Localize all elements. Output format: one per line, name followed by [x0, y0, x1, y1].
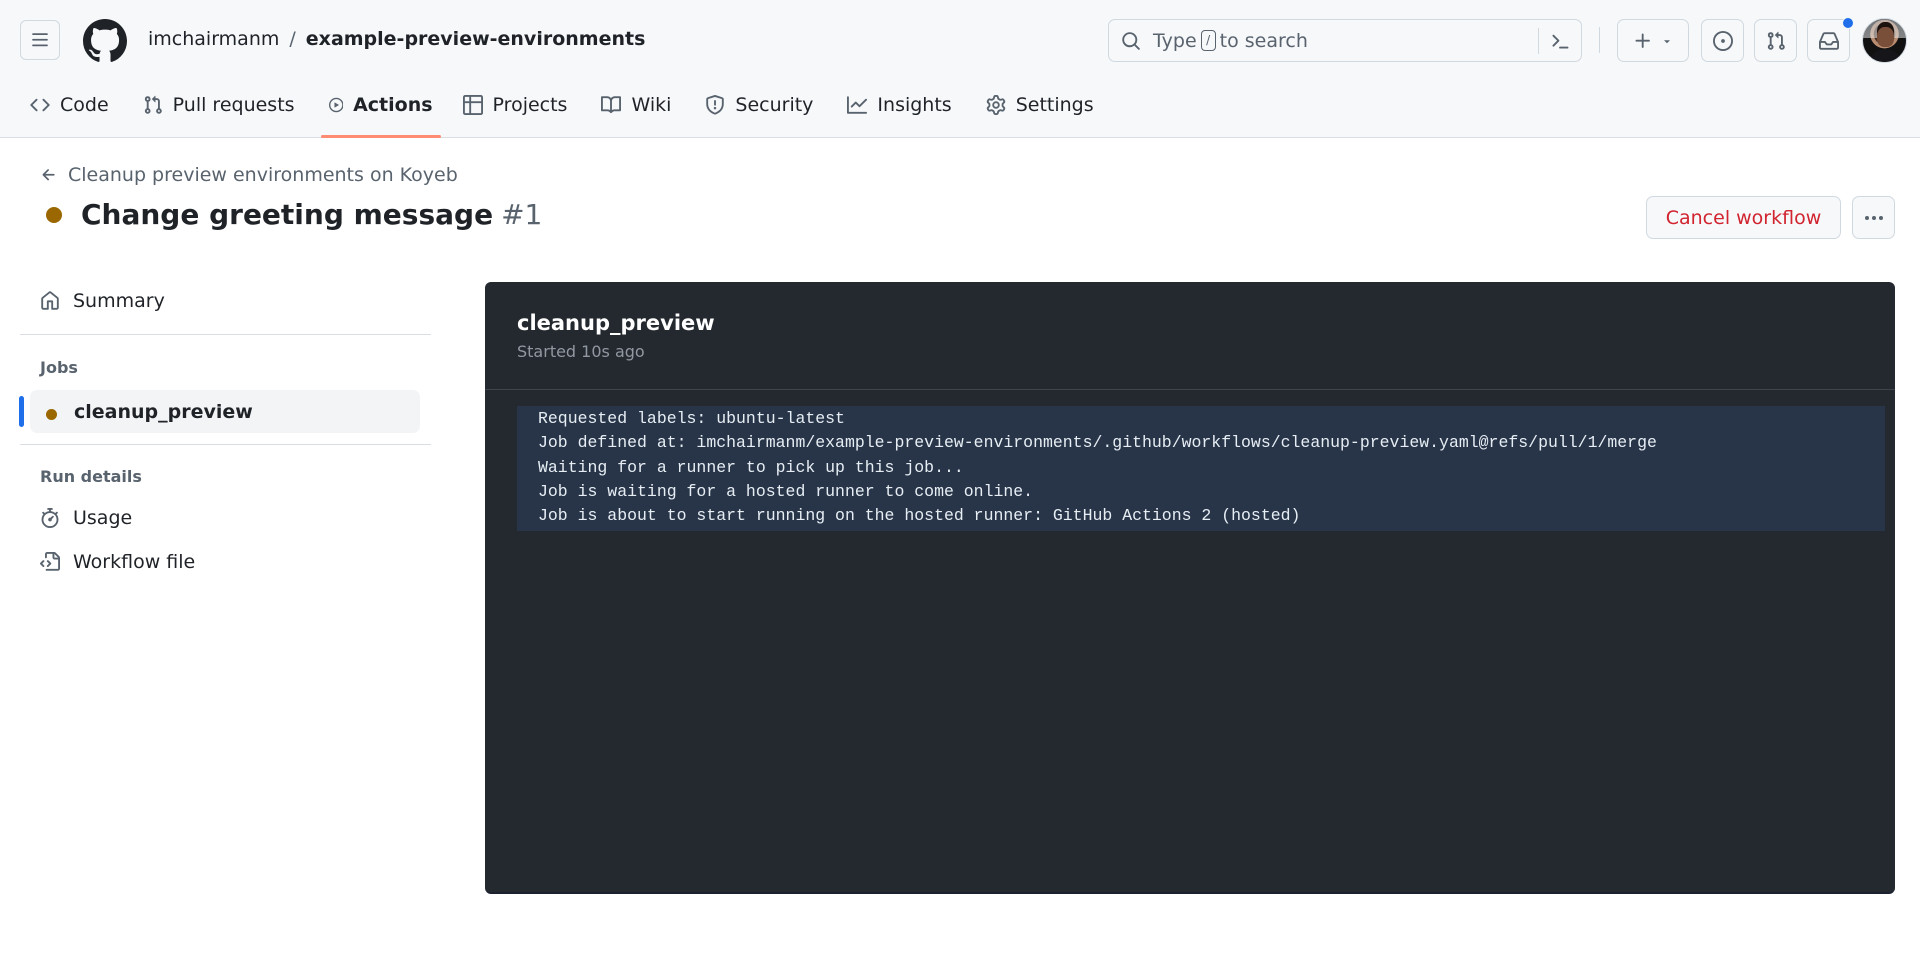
open-global-nav-button[interactable]	[20, 20, 60, 60]
avatar-image	[1869, 49, 1902, 62]
tab-wiki[interactable]: Wiki	[591, 85, 681, 125]
tab-insights-label: Insights	[877, 94, 952, 116]
job-label: cleanup_preview	[74, 400, 253, 423]
your-issues-button[interactable]	[1701, 19, 1744, 62]
sidebar-item-usage[interactable]: Usage	[40, 507, 132, 529]
log-line: Requested labels: ubuntu-latest	[538, 409, 845, 428]
sidebar-item-workflow-file[interactable]: Workflow file	[40, 551, 195, 573]
file-code-icon	[40, 552, 60, 571]
gear-icon	[986, 95, 1005, 115]
search-shortcut-key: /	[1200, 30, 1216, 51]
graph-icon	[847, 96, 868, 114]
sidebar-item-summary[interactable]: Summary	[40, 290, 165, 312]
sidebar-divider	[20, 444, 431, 445]
search-icon	[1122, 31, 1140, 50]
tab-projects-label: Projects	[492, 94, 568, 116]
back-link-label: Cleanup preview environments on Koyeb	[68, 164, 458, 186]
git-pull-request-icon	[144, 95, 162, 114]
log-line: Waiting for a runner to pick up this job…	[538, 457, 964, 477]
repo-name-link[interactable]: example-preview-environments	[306, 27, 646, 51]
table-icon	[462, 95, 483, 115]
your-pull-requests-button[interactable]	[1754, 19, 1797, 62]
tab-code-label: Code	[60, 94, 109, 116]
job-log-panel: cleanup_preview Started 10s ago Requeste…	[485, 282, 1895, 894]
tab-code[interactable]: Code	[20, 85, 119, 125]
log-line: Job defined at: imchairmanm/example-prev…	[538, 433, 1657, 453]
arrow-left-icon	[42, 169, 55, 181]
tab-actions[interactable]: Actions	[319, 85, 443, 138]
search-divider	[1538, 28, 1539, 54]
back-to-workflow-link[interactable]: Cleanup preview environments on Koyeb	[40, 164, 458, 186]
selected-job-indicator	[19, 396, 24, 427]
tab-settings-label: Settings	[1015, 94, 1094, 116]
run-details-heading: Run details	[40, 467, 142, 486]
plus-icon	[1635, 33, 1650, 48]
kebab-horizontal-icon	[1864, 215, 1883, 220]
sidebar-summary-label: Summary	[73, 290, 165, 312]
tab-pull-requests-label: Pull requests	[172, 94, 295, 116]
git-pull-request-icon	[1767, 31, 1785, 50]
run-number: #1	[501, 198, 543, 231]
tab-wiki-label: Wiki	[631, 94, 672, 116]
tab-pull-requests[interactable]: Pull requests	[133, 85, 305, 125]
user-avatar[interactable]	[1862, 18, 1907, 63]
search-placeholder: Type / to search	[1153, 30, 1308, 52]
run-title: Change greeting message	[81, 198, 494, 231]
issue-opened-icon	[1712, 30, 1733, 51]
jobs-heading: Jobs	[40, 358, 78, 377]
triangle-down-icon	[1664, 39, 1670, 43]
sidebar-workflow-file-label: Workflow file	[73, 551, 196, 573]
log-started-time: Started 10s ago	[517, 342, 645, 361]
command-palette-icon[interactable]	[1549, 31, 1571, 51]
create-new-button[interactable]	[1617, 19, 1689, 62]
home-icon	[41, 291, 59, 310]
code-icon	[30, 98, 50, 112]
shield-icon	[706, 95, 725, 115]
log-job-name: cleanup_preview	[517, 311, 715, 335]
search-placeholder-suffix: to search	[1219, 29, 1308, 52]
tab-security-label: Security	[735, 94, 814, 116]
page-title: Change greeting message #1	[46, 198, 542, 231]
tab-actions-label: Actions	[353, 94, 433, 116]
more-options-button[interactable]	[1852, 196, 1895, 239]
run-status-in-progress-icon	[46, 206, 62, 223]
github-mark-icon[interactable]	[83, 19, 127, 63]
tab-insights[interactable]: Insights	[837, 85, 961, 125]
unread-notification-indicator	[1842, 17, 1854, 29]
sidebar-job-cleanup-preview[interactable]: cleanup_preview	[30, 390, 420, 433]
hamburger-icon	[32, 33, 48, 47]
cancel-workflow-button[interactable]: Cancel workflow	[1646, 196, 1841, 239]
log-line: Job is about to start running on the hos…	[538, 506, 1301, 526]
app-header: imchairmanm / example-preview-environmen…	[0, 0, 1920, 138]
breadcrumb-separator: /	[289, 28, 296, 50]
repo-nav: Code Pull requests Actions Projects Wiki…	[20, 85, 1104, 138]
search-input[interactable]: Type / to search	[1108, 19, 1582, 62]
sidebar-usage-label: Usage	[73, 507, 133, 529]
repo-owner-link[interactable]: imchairmanm	[148, 27, 279, 51]
play-icon	[328, 97, 344, 113]
tab-projects[interactable]: Projects	[453, 85, 578, 125]
tab-settings[interactable]: Settings	[976, 85, 1104, 125]
tab-security[interactable]: Security	[695, 85, 823, 125]
inbox-icon	[1818, 31, 1839, 50]
log-output: Requested labels: ubuntu-latest Job defi…	[517, 406, 1885, 532]
job-status-in-progress-icon	[46, 408, 57, 420]
search-placeholder-prefix: Type	[1153, 29, 1197, 52]
log-header: cleanup_preview Started 10s ago	[485, 282, 1895, 390]
sidebar-divider	[20, 334, 431, 335]
repo-breadcrumb: imchairmanm / example-preview-environmen…	[148, 27, 645, 51]
stopwatch-icon	[41, 508, 59, 528]
book-icon	[601, 96, 622, 114]
log-line: Job is waiting for a hosted runner to co…	[538, 481, 1034, 501]
header-divider	[1599, 27, 1600, 53]
